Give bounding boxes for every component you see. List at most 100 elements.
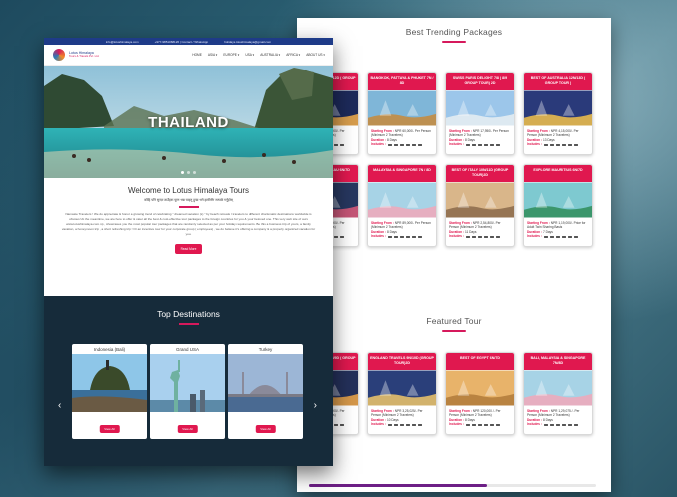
hotel-icon [471,235,476,239]
package-card[interactable]: BEST OF ITALY 10N/11D (GROUP TOUR)2D Star… [445,164,515,247]
sightseeing-icon [567,423,572,427]
sightseeing-icon [411,143,416,147]
package-card[interactable]: SWISS PARIS DELIGHT 7/8 ( 8/9 GROUP TOUR… [445,72,515,155]
meal-icon [405,423,410,427]
package-image[interactable] [368,182,436,218]
package-title[interactable]: SWISS PARIS DELIGHT 7/8 ( 8/9 GROUP TOUR… [446,73,514,90]
hotel-icon [549,235,554,239]
sightseeing-icon [411,423,416,427]
includes-icons [543,143,578,147]
nav-item[interactable]: AFRICA ▾ [286,53,300,57]
package-card[interactable]: BEST OF EGYPT 6N/7D Starting From : NPR 1… [445,352,515,435]
featured-grid: SPAIN & PORTUGAL 8N/9D ( GROUP TOUR )Sta… [297,352,593,435]
transfer-icon [399,235,404,239]
site-logo[interactable]: Lotus Himalaya Tours & Travels Pvt. Ltd. [52,48,99,62]
package-card[interactable]: ENGLAND TRAVELS 9N/10D (GROUP TOUR)2D Sta… [367,352,437,435]
starting-label: Starting From : [527,409,550,413]
package-image[interactable] [368,370,436,406]
flight-icon [543,235,548,239]
slider-dot[interactable] [187,171,190,174]
flight-icon [465,143,470,147]
slider-dot[interactable] [181,171,184,174]
package-image[interactable] [446,90,514,126]
includes-icons [387,143,422,147]
package-title[interactable]: ENGLAND TRAVELS 9N/10D (GROUP TOUR)2D [368,353,436,370]
package-card[interactable]: MALAYSIA & SINGAPORE 7N / 8D Starting Fro… [367,164,437,247]
view-all-button[interactable]: View All [255,425,276,433]
phone-link[interactable]: +977-9851068126 | Contact / WhatsApp [155,40,209,44]
visa-icon [417,143,422,147]
slider-dot[interactable] [193,171,196,174]
package-duration: 11 Days [464,229,477,234]
package-title[interactable]: BEST OF AUSTRALIA 12N/13D ( GROUP TOUR ) [524,73,592,90]
nav-item[interactable]: AUSTRALIA ▾ [260,53,280,57]
hotel-icon [471,423,476,427]
flight-icon [465,235,470,239]
next-arrow-icon[interactable]: › [314,400,317,411]
visa-icon [417,235,422,239]
package-title[interactable]: BEST OF ITALY 10N/11D (GROUP TOUR)2D [446,165,514,182]
package-image[interactable] [524,90,592,126]
package-duration: 8 Days [386,137,397,142]
email-link[interactable]: info@lotushimalaya.com [106,40,139,44]
flight-icon [465,423,470,427]
package-image[interactable] [524,370,592,406]
includes-label: Includes : [527,422,542,427]
horizontal-scrollbar[interactable] [309,484,596,487]
starting-label: Starting From : [527,221,550,225]
package-title[interactable]: MALAYSIA & SINGAPORE 7N / 8D [368,165,436,182]
package-image[interactable] [446,370,514,406]
visa-icon [339,143,344,147]
top-destinations-section: Top Destinations ‹ › Indonesia (Bali) Vi… [44,296,333,466]
package-card[interactable]: BEST OF AUSTRALIA 12N/13D ( GROUP TOUR )… [523,72,593,155]
prev-arrow-icon[interactable]: ‹ [58,400,61,411]
includes-label: Includes : [449,142,464,147]
hotel-icon [549,143,554,147]
visa-icon [573,423,578,427]
nav-item[interactable]: EUROPE ▾ [223,53,239,57]
package-duration: 8 Days [386,229,397,234]
destination-name: Turkey [258,347,273,352]
package-title[interactable]: BANGKOK, PATTAYA & PHUKET 7N / 8D [368,73,436,90]
hotel-icon [471,143,476,147]
meal-icon [561,143,566,147]
nav-item[interactable]: ASIA ▾ [208,53,218,57]
package-image[interactable] [524,182,592,218]
hero-title: THAILAND [148,114,229,131]
nav-item[interactable]: USA ▾ [245,53,254,57]
welcome-underline [178,206,199,208]
email-link-2[interactable]: holidays.lotushimalaya@gmail.com [224,40,271,44]
package-card[interactable]: BALI, MALAYSIA & SINGAPORE 7N/8D Starting… [523,352,593,435]
package-card[interactable]: BANGKOK, PATTAYA & PHUKET 7N / 8D Startin… [367,72,437,155]
package-title[interactable]: EXPLORE MAURITIUS 6N/7D [524,165,592,182]
package-title[interactable]: BEST OF EGYPT 6N/7D [446,353,514,370]
duration-label: Duration : [527,229,543,234]
slider-dots[interactable] [44,171,333,174]
destination-card-bali[interactable]: Indonesia (Bali) View All [72,344,147,439]
duration-label: Duration : [371,137,387,142]
destinations-underline [178,323,199,325]
package-image[interactable] [368,90,436,126]
view-all-button[interactable]: View All [99,425,120,433]
nav-item[interactable]: ABOUT US ▾ [306,53,325,57]
nav-item[interactable]: HOME [192,53,202,57]
hero-slider[interactable]: THAILAND [44,66,333,178]
destination-card-usa[interactable]: Grand USA View All [150,344,225,439]
starting-label: Starting From : [371,221,394,225]
scrollbar-thumb[interactable] [309,484,487,487]
hotel-icon [393,235,398,239]
visa-icon [339,423,344,427]
view-all-button[interactable]: View All [177,425,198,433]
package-image[interactable] [446,182,514,218]
hotel-icon [393,143,398,147]
package-title[interactable]: BALI, MALAYSIA & SINGAPORE 7N/8D [524,353,592,370]
package-card[interactable]: EXPLORE MAURITIUS 6N/7D Starting From : N… [523,164,593,247]
meal-icon [405,143,410,147]
read-more-button[interactable]: Read More [174,243,203,254]
destination-card-turkey[interactable]: Turkey View All [228,344,303,439]
transfer-icon [399,143,404,147]
meal-icon [483,423,488,427]
includes-label: Includes : [449,234,464,239]
meal-icon [405,235,410,239]
trending-title: Best Trending Packages [405,27,503,37]
